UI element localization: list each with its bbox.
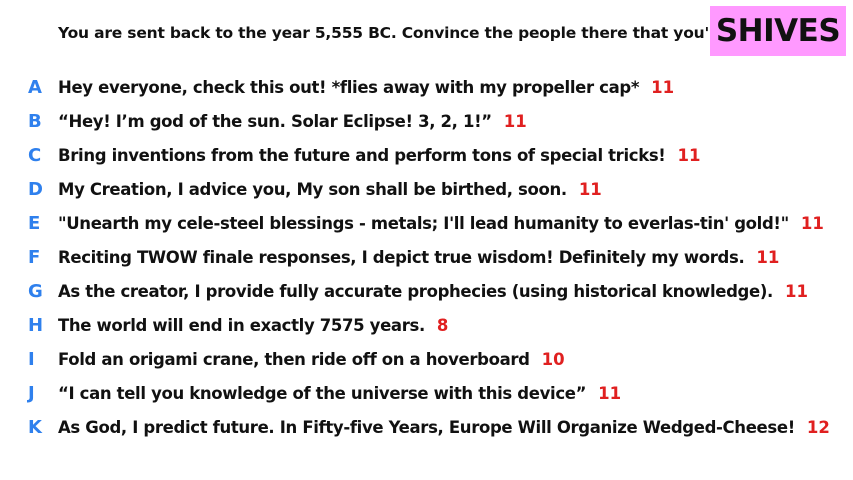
response-text: Hey everyone, check this out! *flies awa…	[58, 77, 640, 97]
response-count: 8	[436, 315, 449, 335]
response-count: 11	[784, 281, 808, 301]
response-letter: C	[28, 144, 42, 166]
response-letter: G	[28, 280, 43, 302]
response-letter: I	[28, 348, 35, 370]
response-letter: D	[28, 178, 43, 200]
response-text: “Hey! I’m god of the sun. Solar Eclipse!…	[58, 111, 492, 131]
response-text: Fold an origami crane, then ride off on …	[58, 349, 530, 369]
badge-label: SHIVES	[715, 13, 841, 49]
response-count: 11	[651, 77, 675, 97]
response-letter: E	[28, 212, 41, 234]
response-text: "Unearth my cele-steel blessings - metal…	[58, 213, 789, 233]
response-text: Bring inventions from the future and per…	[58, 145, 666, 165]
response-letter: A	[28, 76, 42, 98]
response-text: Reciting TWOW finale responses, I depict…	[58, 247, 745, 267]
response-text: “I can tell you knowledge of the univers…	[58, 383, 587, 403]
response-count: 11	[677, 145, 701, 165]
response-letter: F	[28, 246, 41, 268]
response-letter: J	[28, 382, 35, 404]
response-text: As God, I predict future. In Fifty-five …	[58, 417, 795, 437]
response-count: 11	[598, 383, 622, 403]
response-count: 11	[578, 179, 602, 199]
response-text: My Creation, I advice you, My son shall …	[58, 179, 567, 199]
response-count: 12	[806, 417, 830, 437]
response-count: 11	[800, 213, 824, 233]
response-letter: H	[28, 314, 44, 336]
response-text: As the creator, I provide fully accurate…	[58, 281, 773, 301]
response-letter: B	[28, 110, 42, 132]
response-letter: K	[28, 416, 42, 438]
response-text: The world will end in exactly 7575 years…	[58, 315, 425, 335]
response-count: 11	[503, 111, 527, 131]
prompt-text: You are sent back to the year 5,555 BC. …	[58, 24, 786, 42]
response-count: 10	[541, 349, 565, 369]
response-count: 11	[756, 247, 780, 267]
name-badge: SHIVES	[710, 6, 846, 56]
